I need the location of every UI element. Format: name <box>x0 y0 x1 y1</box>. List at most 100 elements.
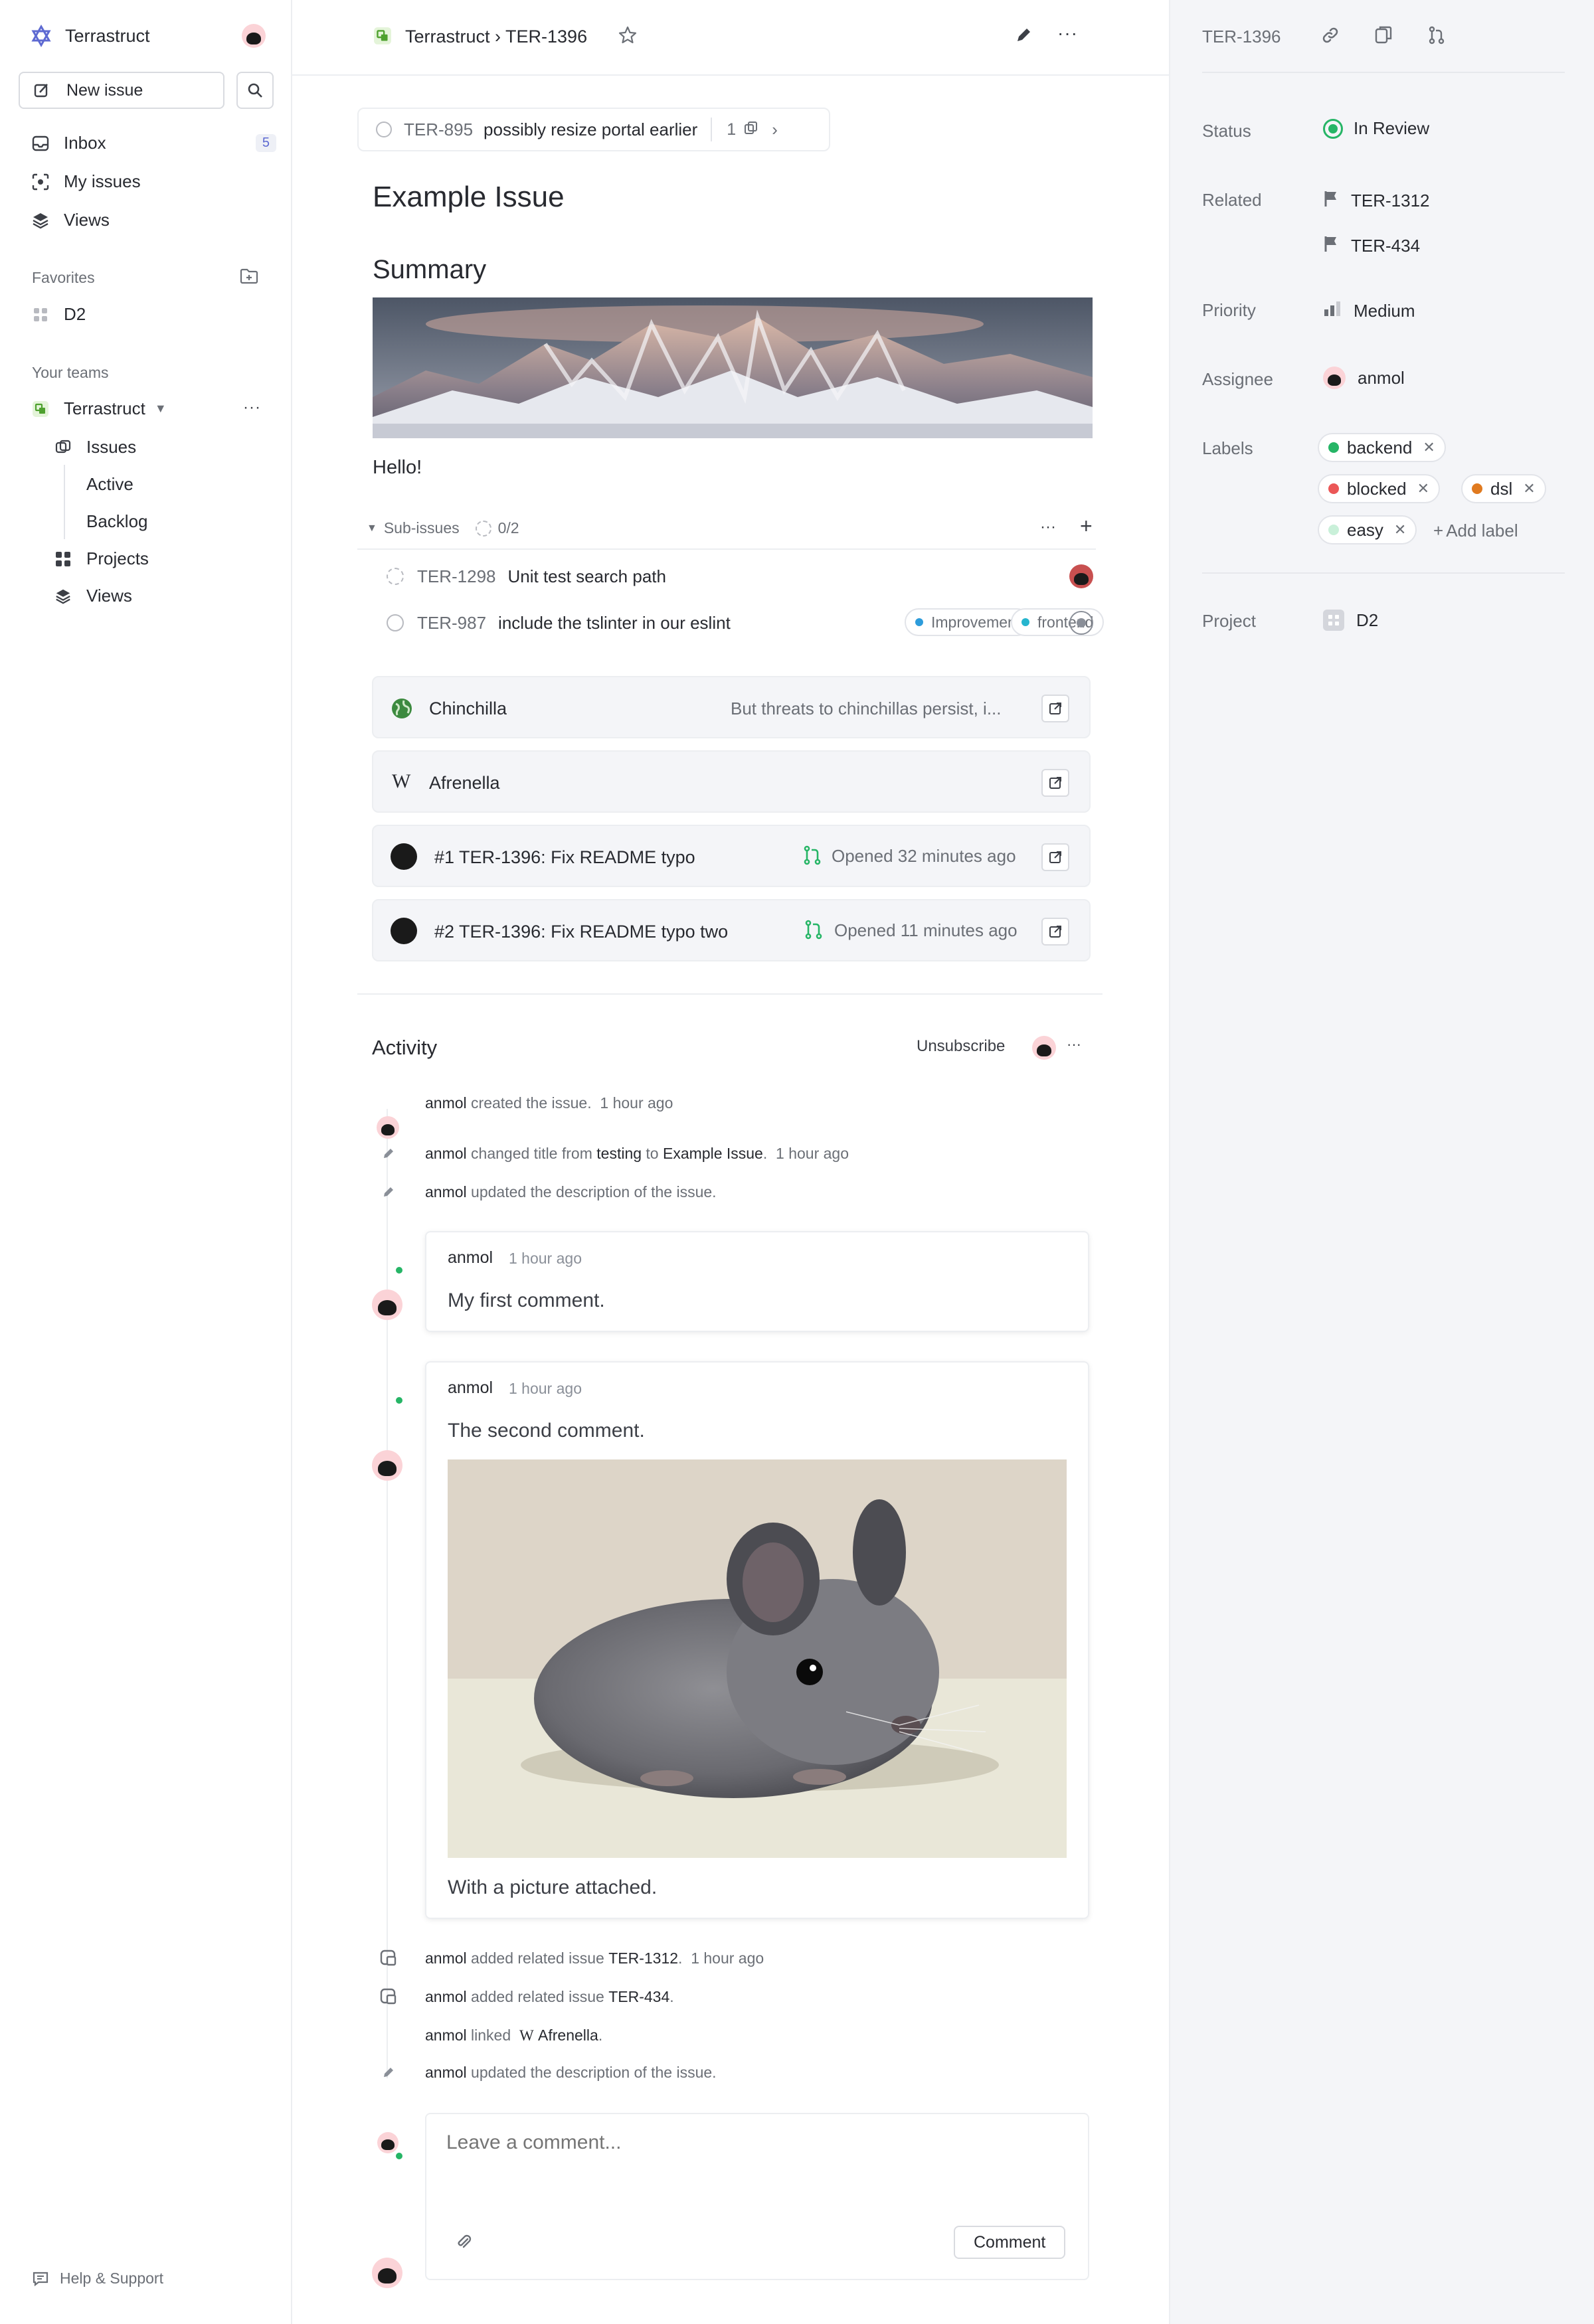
workspace-switcher[interactable]: Terrastruct <box>29 24 150 48</box>
team-item-projects[interactable]: Projects <box>53 548 149 569</box>
subissue-id: TER-1298 <box>417 566 496 586</box>
inbox-icon <box>31 133 50 153</box>
open-external-button[interactable] <box>1041 918 1069 946</box>
chinchilla-image <box>448 1459 1067 1858</box>
remove-label-icon[interactable]: ✕ <box>1417 480 1429 497</box>
copy-id-icon[interactable] <box>1373 25 1393 48</box>
subissue-row[interactable]: TER-1298 Unit test search path <box>387 563 1097 590</box>
status-todo-icon <box>387 568 404 585</box>
comment-caption: With a picture attached. <box>448 1876 658 1898</box>
pencil-icon <box>379 1182 398 1202</box>
unsubscribe-button[interactable]: Unsubscribe <box>917 1037 1005 1056</box>
help-label: Help & Support <box>60 2270 163 2287</box>
add-subissue-icon[interactable]: + <box>1080 514 1093 539</box>
favorite-item-d2[interactable]: D2 <box>31 304 86 325</box>
event-ref[interactable]: TER-1312 <box>608 1950 678 1967</box>
event-user[interactable]: anmol <box>425 2027 467 2044</box>
assignee-name: anmol <box>1358 367 1405 388</box>
sidebar-item-inbox[interactable]: Inbox 5 <box>31 133 276 153</box>
add-label-button[interactable]: + Add label <box>1433 521 1518 541</box>
team-item-label: Backlog <box>86 511 148 531</box>
open-external-button[interactable] <box>1041 769 1069 797</box>
more-options-icon[interactable]: ··· <box>1057 23 1078 44</box>
star-icon[interactable] <box>618 25 638 48</box>
remove-label-icon[interactable]: ✕ <box>1423 439 1435 456</box>
remove-label-icon[interactable]: ✕ <box>1523 480 1535 497</box>
link-card-pr-2[interactable]: #2 TER-1396: Fix README typo two Opened … <box>372 899 1091 961</box>
event-ref[interactable]: TER-434 <box>608 1988 669 2006</box>
label-chip-easy[interactable]: easy ✕ <box>1318 515 1417 544</box>
label-chip-dsl[interactable]: dsl ✕ <box>1461 474 1546 503</box>
subissues-header[interactable]: ▼ Sub-issues 0/2 <box>367 519 519 537</box>
team-item-active[interactable]: Active <box>86 474 133 495</box>
activity-more-icon[interactable]: ··· <box>1067 1036 1081 1053</box>
new-issue-button[interactable]: New issue <box>19 72 224 109</box>
assignee-avatar <box>1323 367 1346 389</box>
caret-down-icon: ▼ <box>154 402 167 415</box>
comment-input[interactable] <box>446 2131 1064 2211</box>
open-external-button[interactable] <box>1041 843 1069 871</box>
avatar <box>377 1116 399 1139</box>
parent-issue-pill[interactable]: TER-895 possibly resize portal earlier 1… <box>357 108 830 151</box>
team-more-icon[interactable]: ··· <box>243 398 261 417</box>
breadcrumb[interactable]: Terrastruct › TER-1396 <box>405 27 587 47</box>
event-user[interactable]: anmol <box>425 2064 467 2082</box>
event-time: 1 hour ago <box>600 1094 673 1112</box>
sidebar-item-my-issues[interactable]: My issues <box>31 171 141 192</box>
add-favorite-folder-icon[interactable] <box>239 267 260 289</box>
project-grid-icon <box>31 305 50 325</box>
link-title: Chinchilla <box>429 699 507 718</box>
external-link-icon <box>1049 703 1061 714</box>
activity-event: anmol added related issue TER-434. <box>425 1988 674 2006</box>
event-text: created the issue. <box>471 1094 592 1112</box>
subissues-more-icon[interactable]: ··· <box>1040 518 1056 537</box>
open-external-button[interactable] <box>1041 695 1069 722</box>
event-time: 1 hour ago <box>691 1950 764 1967</box>
event-ref[interactable]: Afrenella <box>538 2027 598 2044</box>
priority-value[interactable]: Medium <box>1323 300 1415 322</box>
comment-submit-button[interactable]: Comment <box>954 2226 1066 2259</box>
team-item-views[interactable]: Views <box>53 586 132 606</box>
event-user[interactable]: anmol <box>425 1950 467 1967</box>
remove-label-icon[interactable]: ✕ <box>1394 521 1406 539</box>
assignee-value[interactable]: anmol <box>1323 367 1405 389</box>
team-item-issues[interactable]: Issues <box>53 437 136 457</box>
edit-pencil-icon[interactable] <box>1014 25 1033 48</box>
comment-card[interactable]: anmol 1 hour ago My first comment. <box>425 1231 1089 1332</box>
link-card-chinchilla[interactable]: Chinchilla But threats to chinchillas pe… <box>372 676 1091 738</box>
divider <box>1202 72 1565 73</box>
in-review-status-icon <box>1323 118 1343 139</box>
priority-bars-icon <box>1323 300 1342 322</box>
related-issue[interactable]: TER-434 <box>1323 235 1420 257</box>
attach-paperclip-icon[interactable] <box>454 2232 473 2254</box>
comment-author[interactable]: anmol <box>448 1248 493 1268</box>
event-user[interactable]: anmol <box>425 1145 467 1163</box>
related-issue[interactable]: TER-1312 <box>1323 190 1430 212</box>
description-text[interactable]: Hello! <box>373 457 422 479</box>
team-item-label: Active <box>86 474 133 494</box>
team-terrastruct[interactable]: Terrastruct ▼ <box>31 398 167 419</box>
project-value[interactable]: D2 <box>1323 610 1378 631</box>
sidebar-item-views[interactable]: Views <box>31 210 110 230</box>
copy-branch-icon[interactable] <box>1427 25 1447 48</box>
event-user[interactable]: anmol <box>425 1183 467 1201</box>
status-value[interactable]: In Review <box>1323 118 1429 139</box>
user-avatar[interactable] <box>242 24 266 48</box>
event-user[interactable]: anmol <box>425 1094 467 1112</box>
search-button[interactable] <box>236 72 274 109</box>
link-card-pr-1[interactable]: #1 TER-1396: Fix README typo Opened 32 m… <box>372 825 1091 887</box>
related-issue-id: TER-1312 <box>1351 191 1430 210</box>
link-card-afrenella[interactable]: W Afrenella <box>372 750 1091 813</box>
issue-title[interactable]: Example Issue <box>373 181 565 214</box>
comment-card[interactable]: anmol 1 hour ago The second comment. Wit… <box>425 1361 1089 1919</box>
copy-link-icon[interactable] <box>1320 25 1340 48</box>
progress-ring-icon <box>475 520 491 537</box>
label-chip-blocked[interactable]: blocked ✕ <box>1318 474 1441 503</box>
subissue-row[interactable]: TER-987 include the tslinter in our esli… <box>387 608 1105 636</box>
favorites-heading: Favorites <box>32 269 95 286</box>
event-user[interactable]: anmol <box>425 1988 467 2006</box>
help-support-link[interactable]: Help & Support <box>32 2270 163 2287</box>
label-chip-backend[interactable]: backend ✕ <box>1318 433 1446 462</box>
team-item-backlog[interactable]: Backlog <box>86 511 148 532</box>
comment-author[interactable]: anmol <box>448 1378 493 1398</box>
